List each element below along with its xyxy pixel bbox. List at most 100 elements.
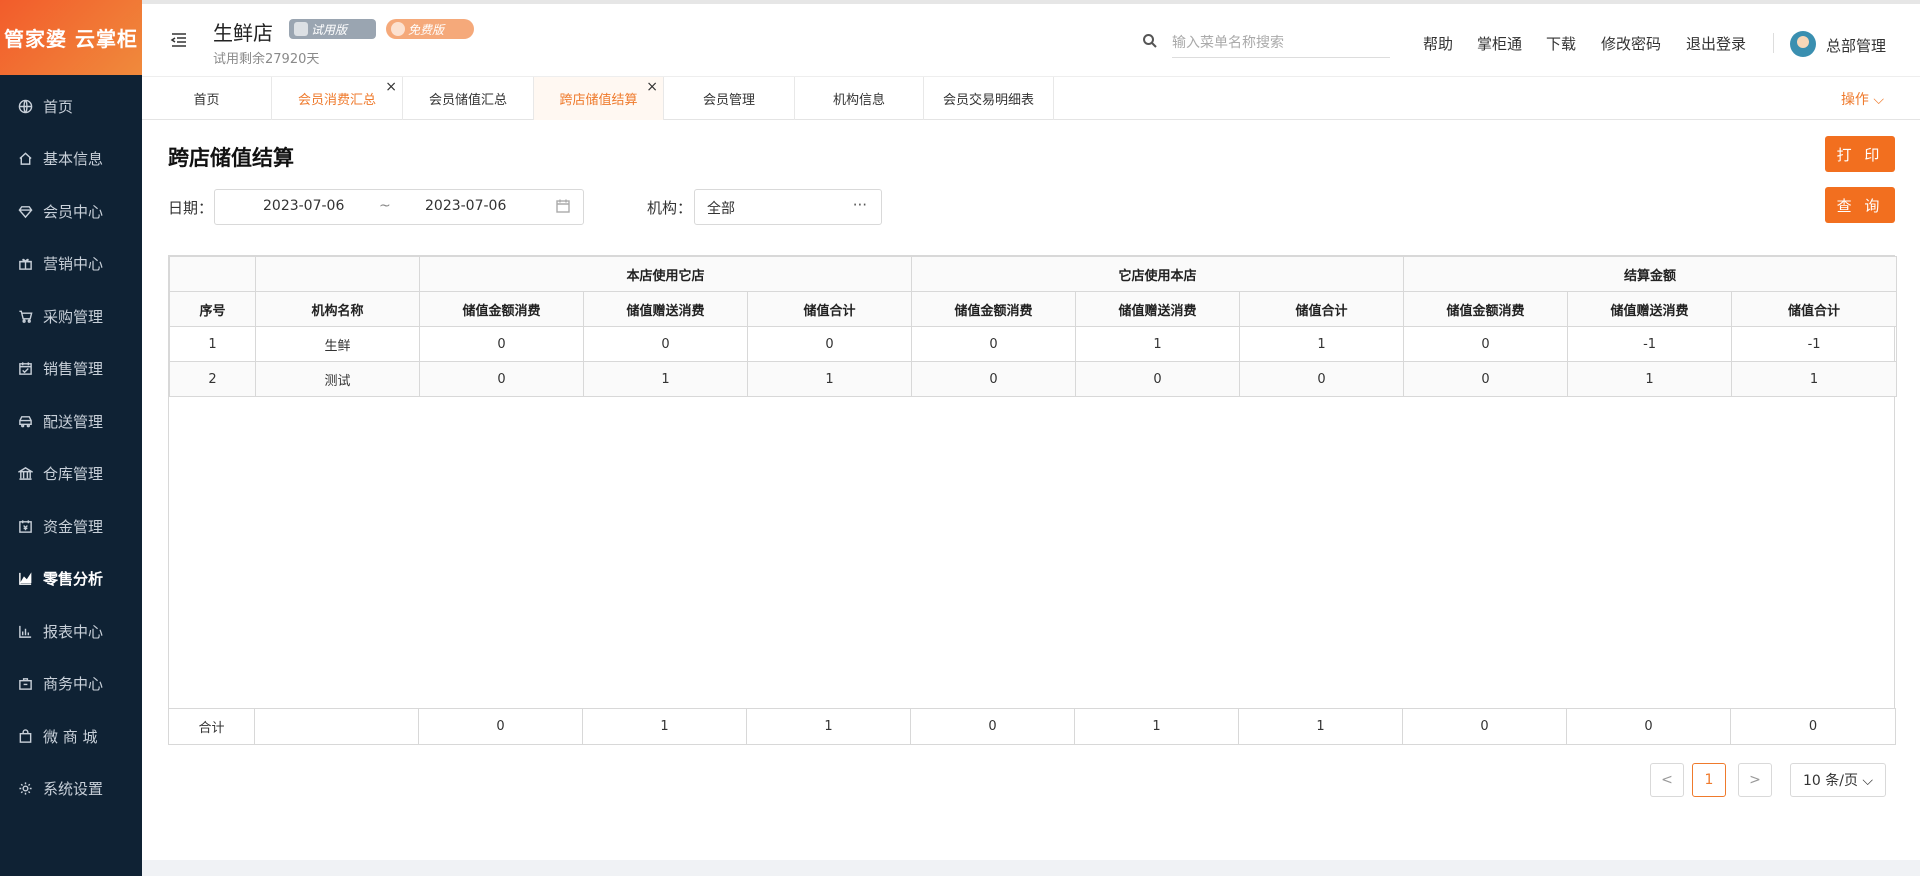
sidebar-item-purchase[interactable]: 采购管理 — [0, 290, 142, 343]
tab-member-transaction-detail[interactable]: 会员交易明细表 — [924, 77, 1054, 120]
column-header: 储值合计 — [1731, 291, 1898, 327]
tab-bar: 首页 会员消费汇总 × 会员储值汇总 跨店储值结算 × 会员管理 机构信息 会员交易… — [142, 76, 1920, 120]
tab-org-info[interactable]: 机构信息 — [795, 77, 924, 120]
table-footer: 合计 0 1 1 0 1 1 0 0 0 — [168, 708, 1896, 745]
tab-member-stored-value-summary[interactable]: 会员储值汇总 — [403, 77, 534, 120]
bar-chart-icon — [17, 623, 33, 639]
menu-search-input[interactable] — [1172, 28, 1390, 58]
app-logo[interactable]: 管家婆 云掌柜 — [0, 0, 142, 75]
print-button[interactable]: 打 印 — [1825, 136, 1895, 172]
tab-member-consumption-summary[interactable]: 会员消费汇总 × — [272, 77, 403, 120]
table-cell: 测试 — [255, 361, 420, 397]
table-cell: 0 — [1403, 361, 1569, 397]
table-cell: 1 — [1731, 361, 1898, 397]
table-row[interactable]: 1 生鲜 0 0 0 0 1 1 0 -1 -1 — [169, 326, 1898, 362]
free-edition-badge: 免费版 — [386, 19, 474, 39]
org-select-value: 全部 — [707, 201, 735, 217]
date-from[interactable]: 2023-07-06 — [263, 198, 344, 214]
avatar[interactable] — [1790, 31, 1816, 57]
sidebar-item-label: 资金管理 — [43, 517, 104, 536]
group-header-others-use-this-store: 它店使用本店 — [911, 256, 1405, 292]
table-cell: 1 — [169, 326, 256, 362]
sidebar-item-reports[interactable]: 报表中心 — [0, 605, 142, 658]
globe-icon — [17, 98, 33, 114]
menu-collapse-icon[interactable] — [169, 30, 189, 50]
monitor-icon — [294, 22, 308, 36]
tab-member-management[interactable]: 会员管理 — [664, 77, 795, 120]
sidebar-nav: 首页 基本信息 会员中心 营销中心 采购管理 销售管理 配送管理 仓库管理 资金… — [0, 75, 142, 815]
sidebar-item-delivery[interactable]: 配送管理 — [0, 395, 142, 448]
settlement-table: 本店使用它店 它店使用本店 结算金额 序号 机构名称 储值金额消费 储值赠送消费… — [168, 255, 1898, 745]
tab-operations-dropdown[interactable]: 操作 ⌵ — [1841, 89, 1884, 109]
sidebar-item-business[interactable]: 商务中心 — [0, 658, 142, 711]
table-cell: 0 — [746, 326, 913, 362]
table-cell: 0 — [1403, 326, 1569, 362]
table-cell: 0 — [1239, 361, 1405, 397]
column-header: 储值金额消费 — [911, 291, 1077, 327]
table-cell: -1 — [1731, 326, 1898, 362]
column-header: 储值赠送消费 — [583, 291, 748, 327]
diamond-icon — [17, 203, 33, 219]
sidebar-item-settings[interactable]: 系统设置 — [0, 763, 142, 816]
sidebar: 管家婆 云掌柜 首页 基本信息 会员中心 营销中心 采购管理 销售管理 配送管理 — [0, 0, 142, 876]
date-range-picker[interactable]: 2023-07-06 ~ 2023-07-06 — [214, 189, 584, 225]
table-cell: 生鲜 — [255, 326, 420, 362]
sidebar-item-home[interactable]: 首页 — [0, 80, 142, 133]
trial-remaining-text: 试用剩余27920天 — [213, 52, 320, 67]
sidebar-item-member-center[interactable]: 会员中心 — [0, 185, 142, 238]
sidebar-item-basic-info[interactable]: 基本信息 — [0, 133, 142, 186]
column-header: 序号 — [169, 291, 256, 327]
tab-home[interactable]: 首页 — [142, 77, 272, 120]
briefcase-icon — [17, 676, 33, 692]
column-header: 机构名称 — [255, 291, 420, 327]
sidebar-item-finance[interactable]: 资金管理 — [0, 500, 142, 553]
search-icon[interactable] — [1142, 33, 1160, 51]
tab-label: 机构信息 — [832, 93, 885, 108]
bag-icon — [17, 728, 33, 744]
table-cell — [254, 708, 419, 745]
sidebar-item-sales[interactable]: 销售管理 — [0, 343, 142, 396]
sidebar-item-label: 配送管理 — [43, 412, 104, 431]
sidebar-item-label: 销售管理 — [43, 360, 104, 379]
table-cell: 1 — [746, 708, 911, 745]
close-icon[interactable]: × — [646, 79, 658, 95]
page-number-button[interactable]: 1 — [1692, 763, 1726, 797]
table-cell: 1 — [1238, 708, 1403, 745]
zhanggui-tong-link[interactable]: 掌柜通 — [1477, 33, 1522, 54]
next-page-button[interactable]: > — [1738, 763, 1772, 797]
table-row[interactable]: 2 测试 0 1 1 0 0 0 0 1 1 — [169, 361, 1898, 397]
download-link[interactable]: 下载 — [1546, 33, 1576, 54]
more-icon[interactable]: ··· — [853, 196, 867, 214]
tab-label: 会员储值汇总 — [428, 93, 507, 108]
sidebar-item-label: 微 商 城 — [43, 727, 98, 746]
column-header: 储值金额消费 — [419, 291, 584, 327]
prev-page-button[interactable]: < — [1650, 763, 1684, 797]
sidebar-item-label: 基本信息 — [43, 150, 104, 169]
org-select[interactable]: 全部 ··· — [694, 189, 882, 225]
sidebar-item-label: 采购管理 — [43, 307, 104, 326]
query-button[interactable]: 查 询 — [1825, 187, 1895, 223]
table-cell: 0 — [418, 708, 583, 745]
sidebar-item-marketing[interactable]: 营销中心 — [0, 238, 142, 291]
sidebar-item-label: 会员中心 — [43, 202, 104, 221]
date-to[interactable]: 2023-07-06 — [425, 198, 506, 214]
user-name[interactable]: 总部管理 — [1826, 35, 1886, 56]
table-cell: 1 — [1239, 326, 1405, 362]
tab-label: 会员消费汇总 — [297, 93, 376, 108]
sidebar-item-mall[interactable]: 微 商 城 — [0, 710, 142, 763]
change-password-link[interactable]: 修改密码 — [1601, 33, 1661, 54]
date-label: 日期： — [168, 199, 214, 217]
sidebar-item-label: 报表中心 — [43, 622, 104, 641]
sidebar-item-label: 仓库管理 — [43, 465, 104, 484]
star-icon — [391, 22, 405, 36]
tab-cross-store-settlement[interactable]: 跨店储值结算 × — [534, 77, 664, 120]
help-link[interactable]: 帮助 — [1423, 33, 1453, 54]
sidebar-item-warehouse[interactable]: 仓库管理 — [0, 448, 142, 501]
table-column-header-row: 序号 机构名称 储值金额消费 储值赠送消费 储值合计 储值金额消费 储值赠送消费… — [169, 291, 1898, 327]
sidebar-item-retail-analysis[interactable]: 零售分析 — [0, 553, 142, 606]
table-cell: 0 — [910, 708, 1075, 745]
logout-link[interactable]: 退出登录 — [1686, 33, 1746, 54]
close-icon[interactable]: × — [385, 79, 397, 95]
bank-icon — [17, 466, 33, 482]
page-size-select[interactable]: 10 条/页 ⌵ — [1790, 763, 1886, 797]
